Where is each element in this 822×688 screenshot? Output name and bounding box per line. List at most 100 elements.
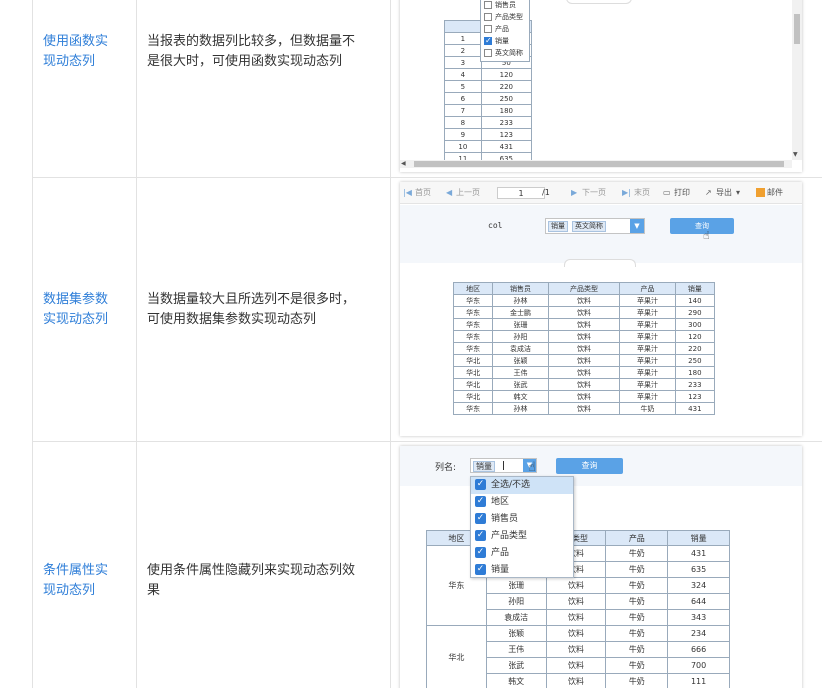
option-item[interactable]: ✓ 产品类型 (471, 528, 573, 545)
table-row: 6 250 (444, 92, 533, 105)
row3-method-link[interactable]: 条件属性实 现动态列 (43, 561, 123, 601)
row1-description: 当报表的数据列比较多，但数据量不 是很大时，可使用函数实现动态列 (147, 32, 379, 72)
cell: 张武 (485, 657, 547, 674)
selected-tag[interactable]: 英文简称 (572, 221, 606, 232)
checkbox-checked-icon[interactable]: ✓ (475, 479, 486, 490)
table-row: 华东 金士鹏 饮料 苹果汁 290 (452, 306, 716, 319)
cell: 苹果汁 (619, 306, 676, 319)
page-number-input[interactable]: 1 (497, 187, 545, 199)
cell: 饮料 (545, 609, 607, 626)
option-item[interactable]: ✓ 产品 (471, 545, 573, 562)
option-select-all[interactable]: ✓ 全选/不选 (471, 477, 573, 494)
row-divider-2 (32, 441, 822, 442)
checkbox-checked-icon[interactable]: ✓ (475, 496, 486, 507)
first-page-icon[interactable]: |◀ (403, 182, 412, 204)
cell: 饮料 (545, 625, 607, 642)
checkbox-checked-icon[interactable]: ✓ (475, 530, 486, 541)
cell: 8 (444, 116, 482, 129)
row1-desc-line2: 是很大时，可使用函数实现动态列 (147, 54, 343, 69)
cell: 5 (444, 80, 482, 93)
cell: 220 (480, 80, 533, 93)
row2-method-link[interactable]: 数据集参数 实现动态列 (43, 290, 123, 330)
column-name-label: 列名: (435, 463, 457, 473)
table-row: 华北 王伟 饮料 苹果汁 180 (452, 366, 716, 379)
cell: 苹果汁 (619, 294, 676, 307)
checkbox[interactable] (484, 1, 492, 9)
checklist-item[interactable]: 销量 (484, 35, 526, 47)
option-item[interactable]: ✓ 销量 (471, 562, 573, 579)
column-multiselect[interactable]: 销量 英文简称 ▼ (545, 218, 645, 234)
checkbox-checked-icon[interactable]: ✓ (475, 564, 486, 575)
cell: 120 (674, 330, 716, 343)
first-page-button[interactable]: 首页 (415, 182, 431, 204)
checkbox[interactable] (484, 13, 492, 21)
option-item[interactable]: ✓ 地区 (471, 494, 573, 511)
collapse-tab (566, 0, 632, 4)
checkbox-checked-icon[interactable]: ✓ (475, 547, 486, 558)
cell: 饮料 (545, 593, 607, 610)
checklist-item[interactable]: 产品 (484, 23, 526, 35)
option-label: 销量 (491, 565, 510, 575)
cell: 牛奶 (605, 609, 669, 626)
mail-icon[interactable] (756, 188, 765, 197)
scrollbar-thumb[interactable] (414, 161, 784, 167)
cell: 张颖 (485, 625, 547, 642)
cell: 324 (667, 577, 730, 594)
row3-name-line2: 现动态列 (43, 583, 96, 598)
collapse-tab[interactable] (564, 259, 636, 267)
scroll-left-arrow-icon[interactable]: ◀ (401, 160, 406, 168)
checkbox-checked[interactable] (484, 35, 492, 47)
option-label: 销售员 (491, 514, 519, 524)
checklist-item[interactable]: 销售员 (484, 0, 526, 11)
dataset-result-table: 地区 销售员 产品类型 产品 销量 华东 孙林 饮料 苹果汁 140 华东 金士鹏 饮料 苹果汁… (452, 282, 716, 415)
print-icon[interactable]: ▭ (663, 182, 671, 204)
row1-method-link[interactable]: 使用函数实 现动态列 (43, 32, 123, 72)
horizontal-scrollbar[interactable]: ◀ (400, 160, 792, 168)
scrollbar-thumb[interactable] (794, 14, 800, 44)
vertical-scrollbar[interactable]: ▼ (792, 0, 802, 160)
report-toolbar: |◀ 首页 ◀ 上一页 1 /1 ▶ 下一页 ▶| 末页 ▭ 打印 ↗ 导出 ▾… (400, 182, 802, 204)
cell: 666 (667, 641, 730, 658)
export-icon[interactable]: ↗ (705, 182, 712, 204)
function-dynamic-column-screenshot: 130 215 350 4120 5220 6250 7180 8233 912… (400, 0, 802, 172)
table-row: 华东 孙林 饮料 牛奶 431 (452, 402, 716, 415)
chevron-down-icon[interactable]: ▼ (630, 219, 644, 233)
last-page-icon[interactable]: ▶| (622, 182, 631, 204)
next-page-icon[interactable]: ▶ (571, 182, 577, 204)
index-header (444, 20, 482, 33)
prev-page-icon[interactable]: ◀ (446, 182, 452, 204)
export-button[interactable]: 导出 (716, 182, 732, 204)
checklist-item[interactable]: 英文简称 (484, 47, 526, 59)
table-row: 9 123 (444, 128, 533, 141)
print-button[interactable]: 打印 (674, 182, 690, 204)
cell: 123 (480, 128, 533, 141)
table-row: 4 120 (444, 68, 533, 81)
cell: 牛奶 (605, 593, 669, 610)
row1-desc-line1: 当报表的数据列比较多，但数据量不 (147, 34, 356, 49)
query-button[interactable]: 查询 (670, 218, 734, 234)
dataset-parameter-screenshot: |◀ 首页 ◀ 上一页 1 /1 ▶ 下一页 ▶| 末页 ▭ 打印 ↗ 导出 ▾… (400, 182, 802, 436)
checklist-item[interactable]: 产品类型 (484, 11, 526, 23)
cell: 250 (674, 354, 716, 367)
selected-tag[interactable]: 销量 (473, 461, 495, 472)
mail-button[interactable]: 邮件 (767, 182, 783, 204)
row3-desc-line1: 使用条件属性隐藏列来实现动态列效 (147, 563, 356, 578)
selected-tag[interactable]: 销量 (548, 221, 568, 232)
cell: 孙林 (492, 402, 549, 415)
header-cell: 产品类型 (547, 282, 621, 295)
cell: 饮料 (547, 354, 621, 367)
prev-page-button[interactable]: 上一页 (456, 182, 480, 204)
query-button[interactable]: 查询 (556, 458, 623, 474)
checkbox[interactable] (484, 49, 492, 57)
checkbox[interactable] (484, 25, 492, 33)
cell: 孙阳 (485, 593, 547, 610)
last-page-button[interactable]: 末页 (634, 182, 650, 204)
export-dropdown-icon[interactable]: ▾ (736, 182, 740, 204)
checkbox-checked-icon[interactable]: ✓ (475, 513, 486, 524)
option-item[interactable]: ✓ 销售员 (471, 511, 573, 528)
next-page-button[interactable]: 下一页 (582, 182, 606, 204)
table-row: 华北 韩文 饮料 苹果汁 123 (452, 390, 716, 403)
option-label: 地区 (491, 497, 510, 507)
column-select[interactable]: 销量 ▼ (470, 458, 537, 473)
scroll-down-arrow-icon[interactable]: ▼ (793, 151, 798, 158)
